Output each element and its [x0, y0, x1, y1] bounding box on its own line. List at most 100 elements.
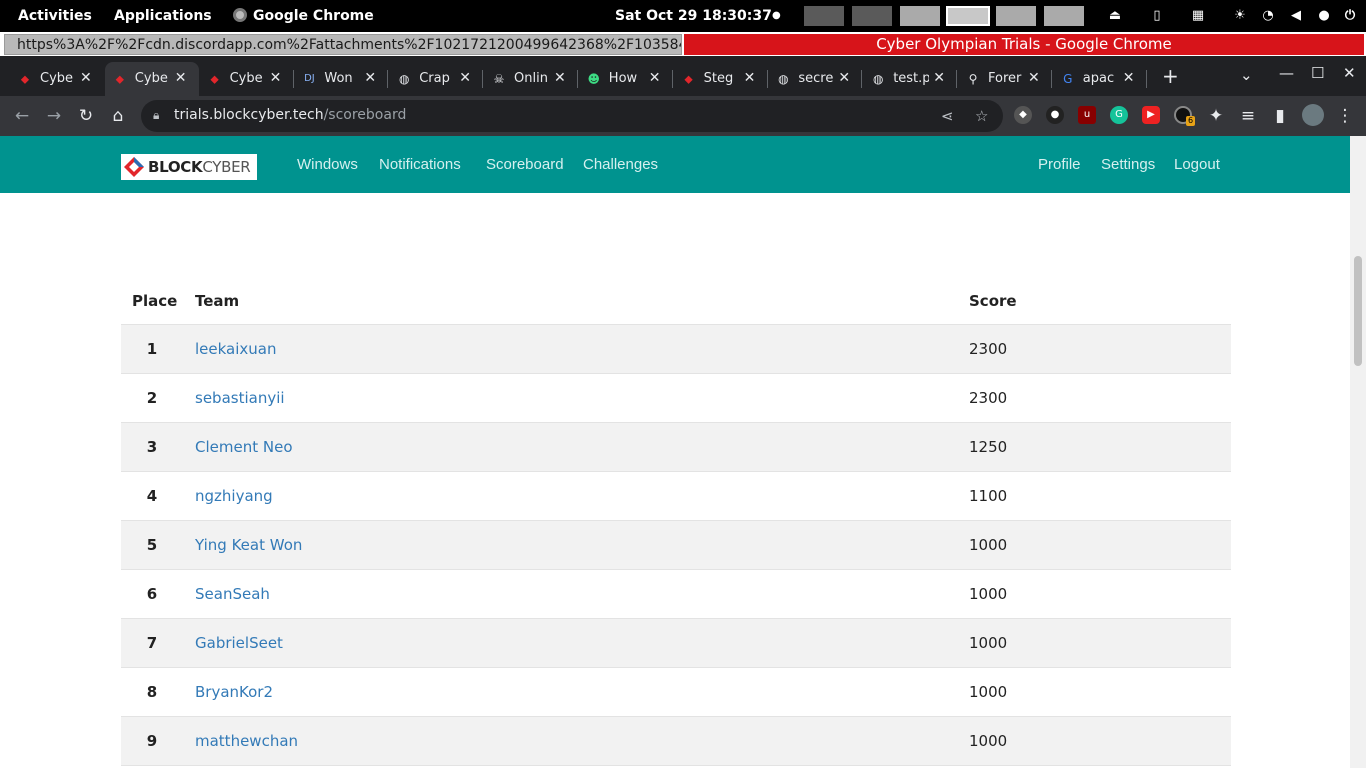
table-row: 3 Clement Neo 1250: [121, 423, 1231, 472]
bookmark-star-icon[interactable]: ☆: [975, 107, 988, 125]
applications-menu[interactable]: Applications: [114, 0, 212, 32]
back-button[interactable]: ←: [12, 106, 32, 126]
nav-notifications[interactable]: Notifications: [379, 156, 461, 173]
team-link[interactable]: Ying Keat Won: [195, 536, 302, 554]
wifi-icon[interactable]: ◔: [1260, 8, 1276, 24]
lock-icon[interactable]: 🔒︎: [153, 108, 159, 123]
team-link[interactable]: sebastianyii: [195, 389, 285, 407]
place-cell: 9: [146, 732, 158, 750]
microphone-icon[interactable]: ●: [1316, 8, 1332, 24]
nav-challenges[interactable]: Challenges: [583, 156, 658, 173]
workspace-3[interactable]: [900, 6, 940, 26]
table-row: 8 BryanKor2 1000: [121, 668, 1231, 717]
close-window-button[interactable]: ✕: [1343, 64, 1356, 82]
side-panel-icon[interactable]: ▮: [1270, 106, 1290, 126]
tab-close-icon[interactable]: ✕: [933, 70, 945, 86]
media-control-icon[interactable]: ≡: [1238, 106, 1258, 126]
power-icon[interactable]: ⏻: [1342, 8, 1358, 24]
team-link[interactable]: ngzhiyang: [195, 487, 273, 505]
tab-9[interactable]: ◍ secre ✕: [768, 62, 863, 96]
clipboard-icon[interactable]: ▯: [1149, 8, 1165, 24]
grammarly-icon[interactable]: G: [1110, 106, 1128, 124]
workspace-5[interactable]: [996, 6, 1036, 26]
tab-8[interactable]: ⬥ Steg ✕: [674, 62, 768, 96]
tab-close-icon[interactable]: ✕: [1028, 70, 1040, 86]
nav-settings[interactable]: Settings: [1101, 156, 1155, 173]
extension-shield-icon[interactable]: ◆: [1014, 106, 1032, 124]
workspace-2[interactable]: [852, 6, 892, 26]
tab-close-icon[interactable]: ✕: [744, 70, 756, 86]
team-link[interactable]: Clement Neo: [195, 438, 293, 456]
page-scrollbar[interactable]: [1350, 136, 1366, 768]
tab-close-icon[interactable]: ✕: [554, 70, 566, 86]
nav-scoreboard[interactable]: Scoreboard: [486, 156, 564, 173]
address-bar[interactable]: 🔒︎ trials.blockcyber.tech/scoreboard ⋖ ☆: [141, 100, 1003, 132]
reload-button[interactable]: ↻: [76, 106, 96, 126]
tab-close-icon[interactable]: ✕: [1123, 70, 1135, 86]
extension-badge-icon[interactable]: 6: [1174, 106, 1196, 126]
extensions-puzzle-icon[interactable]: ✦: [1206, 106, 1226, 126]
chrome-menu-icon[interactable]: ⋮: [1335, 106, 1355, 126]
active-window-title[interactable]: Cyber Olympian Trials - Google Chrome: [684, 34, 1364, 55]
maximize-button[interactable]: ☐: [1311, 64, 1324, 82]
score-cell: 1000: [969, 536, 1008, 554]
scrollbar-thumb[interactable]: [1354, 256, 1362, 366]
workspace-4-active[interactable]: [946, 6, 990, 26]
team-link[interactable]: SeanSeah: [195, 585, 270, 603]
tab-close-icon[interactable]: ✕: [270, 70, 282, 86]
tab-close-icon[interactable]: ✕: [364, 70, 376, 86]
inactive-window-title[interactable]: https%3A%2F%2Fcdn.discordapp.com%2Fattac…: [4, 34, 682, 55]
team-link[interactable]: BryanKor2: [195, 683, 273, 701]
tab-label: secre: [798, 71, 834, 86]
tab-6[interactable]: ☠ Onlin ✕: [484, 62, 578, 96]
tab-4[interactable]: DJ Won ✕: [294, 62, 389, 96]
tab-close-icon[interactable]: ✕: [838, 70, 850, 86]
extension-ninja-icon[interactable]: ●: [1046, 106, 1064, 124]
team-link[interactable]: leekaixuan: [195, 340, 277, 358]
tab-label: test.p: [893, 71, 930, 86]
clock[interactable]: Sat Oct 29 18:30:37: [615, 0, 772, 32]
nav-windows[interactable]: Windows: [297, 156, 358, 173]
active-app-menu[interactable]: Google Chrome: [233, 0, 374, 32]
blockcyber-logo[interactable]: BLOCKCYBER: [121, 154, 257, 180]
share-icon[interactable]: ⋖: [941, 107, 954, 125]
minimize-button[interactable]: —: [1279, 64, 1294, 82]
table-row: 9 matthewchan 1000: [121, 717, 1231, 766]
tab-7[interactable]: ☻ How ✕: [579, 62, 673, 96]
tab-10[interactable]: ◍ test.p ✕: [863, 62, 958, 96]
url-text[interactable]: trials.blockcyber.tech/scoreboard: [174, 107, 406, 123]
forward-button[interactable]: →: [44, 106, 64, 126]
team-link[interactable]: GabrielSeet: [195, 634, 283, 652]
tab-5[interactable]: ◍ Crap ✕: [389, 62, 484, 96]
score-cell: 1000: [969, 683, 1008, 701]
tab-close-icon[interactable]: ✕: [80, 70, 92, 86]
tab-11[interactable]: ⚲ Forer ✕: [958, 62, 1052, 96]
brightness-icon[interactable]: ☀: [1232, 8, 1248, 24]
header-score: Score: [969, 292, 1017, 310]
window-layout-icon[interactable]: ▦: [1190, 8, 1206, 24]
tab-close-icon[interactable]: ✕: [175, 70, 187, 86]
tab-2[interactable]: ⬥ Cybe ✕: [104, 62, 199, 96]
eject-icon[interactable]: ⏏: [1107, 8, 1123, 24]
workspace-6[interactable]: [1044, 6, 1084, 26]
place-cell: 2: [146, 389, 158, 407]
nav-profile[interactable]: Profile: [1038, 156, 1081, 173]
home-button[interactable]: ⌂: [108, 106, 128, 126]
workspace-1[interactable]: [804, 6, 844, 26]
table-header: Place Team Score: [121, 284, 1231, 325]
tab-1[interactable]: ⬥ Cybe ✕: [10, 62, 104, 96]
tab-close-icon[interactable]: ✕: [649, 70, 661, 86]
profile-avatar[interactable]: [1302, 104, 1324, 126]
new-tab-button[interactable]: +: [1162, 64, 1179, 88]
tab-close-icon[interactable]: ✕: [459, 70, 471, 86]
youtube-extension-icon[interactable]: ▶: [1142, 106, 1160, 124]
nav-logout[interactable]: Logout: [1174, 156, 1220, 173]
activities-button[interactable]: Activities: [18, 0, 92, 32]
volume-icon[interactable]: ◀: [1288, 8, 1304, 24]
tab-12[interactable]: Gapac ✕: [1053, 62, 1147, 96]
tab-3[interactable]: ⬥ Cybe ✕: [200, 62, 294, 96]
team-link[interactable]: matthewchan: [195, 732, 298, 750]
table-body: 1 leekaixuan 2300 2 sebastianyii 2300 3 Clement…: [121, 325, 1231, 766]
ublock-icon[interactable]: u: [1078, 106, 1096, 124]
tab-search-chevron-icon[interactable]: ⌄: [1240, 66, 1253, 84]
